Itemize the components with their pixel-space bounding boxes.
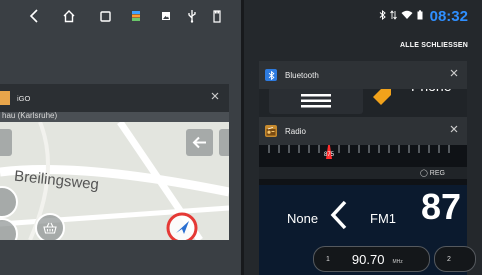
close-all-button[interactable]: ALLE SCHLIESSEN: [400, 42, 468, 49]
battery-icon: [417, 9, 423, 23]
gallery-button[interactable]: [158, 6, 174, 26]
preset-number: 2: [447, 255, 451, 263]
close-icon: [211, 92, 219, 100]
bluetooth-app-card[interactable]: Bluetooth: [259, 61, 467, 89]
preset-unit: MHz: [392, 259, 403, 265]
map-side-button-right[interactable]: [219, 129, 229, 156]
back-icon: [29, 9, 38, 23]
favorite-tag-icon: [373, 87, 391, 105]
reg-toggle[interactable]: ◯ REG: [420, 169, 445, 177]
data-transfer-icon: [389, 9, 397, 23]
igo-app-icon: [0, 91, 10, 105]
igo-app-card[interactable]: iGO hau (Karlsruhe) Breilingsweg: [0, 84, 229, 240]
igo-card-header: iGO: [0, 84, 229, 112]
contacts-list-button: [269, 87, 363, 114]
sd-card-button[interactable]: [209, 6, 225, 26]
close-bluetooth-button[interactable]: [450, 68, 458, 80]
close-icon: [450, 125, 458, 133]
preset-button-1[interactable]: 1 90.70 MHz: [313, 246, 430, 272]
preset-button-2[interactable]: 2: [434, 246, 476, 272]
radio-app-card[interactable]: Radio: [259, 117, 467, 145]
map-side-button-left[interactable]: [0, 129, 12, 156]
preset-number: 1: [326, 255, 330, 263]
igo-location-subtitle: hau (Karlsruhe): [2, 111, 58, 120]
colorful-app-icon: [132, 11, 140, 21]
app-shortcut-button[interactable]: [128, 6, 144, 26]
bluetooth-card-title: Bluetooth: [285, 70, 319, 80]
sd-card-icon: [213, 9, 221, 23]
status-bar: 08:32: [379, 6, 468, 26]
close-icon: [450, 69, 458, 77]
band-label: FM1: [370, 211, 396, 226]
usb-button[interactable]: [184, 6, 200, 26]
previous-station-icon[interactable]: [330, 200, 348, 230]
list-icon: [301, 93, 331, 107]
home-icon: [63, 10, 75, 23]
close-radio-button[interactable]: [450, 124, 458, 136]
navigation-arrow-icon: [166, 212, 198, 240]
home-button[interactable]: [60, 6, 78, 26]
radio-card-title: Radio: [285, 126, 306, 136]
close-igo-button[interactable]: [211, 91, 219, 103]
basket-icon: [43, 222, 57, 234]
menu-button[interactable]: [35, 213, 65, 240]
usb-icon: [188, 10, 196, 23]
radio-app-icon: [265, 125, 277, 137]
back-button[interactable]: [26, 6, 42, 26]
recent-apps-icon: [99, 10, 111, 22]
bluetooth-status-icon: [379, 9, 386, 23]
image-icon: [162, 12, 170, 20]
map-back-arrow-button[interactable]: [186, 129, 213, 156]
recent-apps-button[interactable]: [96, 6, 114, 26]
preset-frequency: 90.70: [351, 251, 385, 267]
pane-divider: [241, 0, 244, 275]
bluetooth-app-icon: [265, 69, 277, 81]
igo-map-preview: hau (Karlsruhe) Breilingsweg: [0, 111, 229, 240]
arrow-left-icon: [192, 136, 206, 149]
station-name: None: [287, 211, 319, 226]
current-frequency: 87: [421, 186, 462, 227]
radio-scale-label: 875: [324, 152, 335, 158]
status-clock: 08:32: [429, 7, 468, 25]
navigation-bar: [0, 0, 243, 34]
igo-card-title: iGO: [17, 93, 31, 103]
wifi-icon: [401, 10, 413, 23]
reg-label: REG: [429, 170, 445, 177]
